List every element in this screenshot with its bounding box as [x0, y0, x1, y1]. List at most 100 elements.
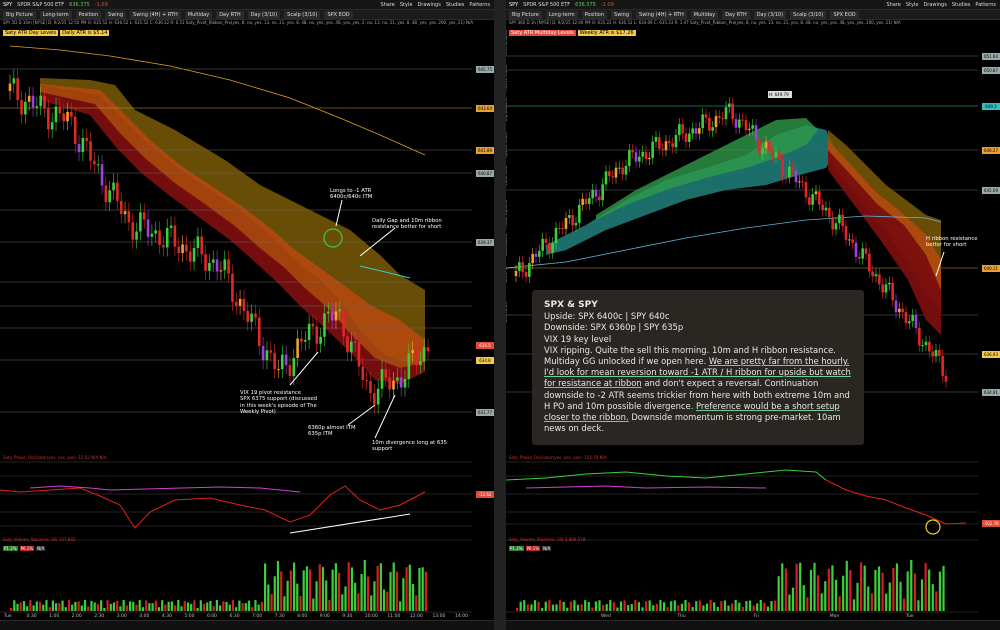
side-tab[interactable]: Time & Sales	[506, 30, 508, 56]
volume-bar	[302, 570, 305, 611]
candle	[227, 259, 230, 274]
volume-bar	[209, 600, 212, 611]
candle	[185, 244, 188, 252]
left-x-tick: Tue	[4, 614, 12, 619]
candle	[751, 125, 754, 129]
candle	[874, 274, 878, 277]
volume-bar	[877, 566, 881, 611]
candle	[834, 223, 838, 230]
candle	[728, 103, 731, 108]
volume-bar	[688, 602, 691, 611]
volume-bar	[337, 572, 341, 611]
right-price-tag-6: 640.11	[982, 265, 1000, 272]
candle	[708, 117, 711, 131]
volume-bar	[244, 603, 247, 611]
candle	[353, 341, 357, 343]
candle	[571, 215, 574, 226]
volume-bar	[666, 607, 669, 611]
right-x-tick: Wed	[601, 614, 611, 619]
volume-bar	[591, 607, 594, 611]
volume-bar	[148, 603, 151, 611]
volume-bar	[305, 566, 309, 611]
candle	[674, 135, 678, 148]
right-x-tick: Thu	[677, 614, 686, 619]
side-tab[interactable]: Live News	[506, 302, 508, 322]
volume-bar	[138, 600, 141, 611]
left-price-tag-6: 636.5	[476, 342, 494, 349]
candle	[169, 225, 173, 228]
volume-bar	[881, 572, 884, 611]
left-osc-panel	[0, 455, 472, 535]
left-x-tick: 9:00	[319, 614, 330, 619]
volume-bar	[157, 607, 161, 611]
candle	[89, 141, 92, 161]
candle	[801, 181, 804, 183]
candle	[704, 114, 708, 118]
volume-bar	[605, 604, 608, 611]
candle	[108, 190, 112, 203]
volume-bar	[376, 565, 379, 611]
candle	[104, 185, 108, 203]
candle	[918, 327, 921, 346]
volume-bar	[122, 600, 125, 611]
volume-bar	[587, 601, 590, 611]
candle	[648, 157, 651, 160]
volume-bar	[895, 563, 899, 611]
candle	[415, 350, 418, 366]
candle	[598, 196, 601, 201]
note-line-downside: Downside: SPX 6360p | SPY 635p	[544, 322, 684, 333]
note-line-vix: VIX 19 key level	[544, 333, 612, 344]
candle	[219, 270, 223, 272]
volume-bar	[920, 579, 924, 611]
candle	[24, 101, 27, 115]
volume-bar	[594, 601, 598, 611]
right-bottom-bar	[506, 620, 1000, 630]
side-tab[interactable]: Active Trader	[506, 64, 508, 90]
volume-bar	[645, 601, 648, 611]
volume-bar	[370, 595, 373, 611]
right-price-tag-3: 649.3	[982, 103, 1000, 110]
volume-bar	[315, 581, 318, 611]
left-x-tick: 3:00	[116, 614, 127, 619]
candle	[139, 212, 142, 232]
candle	[831, 217, 834, 230]
candle	[714, 116, 718, 128]
volume-bar	[899, 581, 902, 611]
side-tab[interactable]: Trade Grid	[506, 166, 508, 187]
volume-bar	[173, 605, 177, 611]
candle	[864, 248, 868, 254]
candle	[403, 379, 407, 388]
candle	[96, 164, 100, 166]
side-tab[interactable]: Big Buttons	[506, 98, 508, 121]
left-chart-canvas[interactable]	[0, 0, 494, 630]
volume-bar	[903, 598, 906, 611]
volume-bar	[741, 606, 744, 611]
side-tab[interactable]: Phase Options	[506, 200, 508, 229]
candle	[369, 381, 372, 394]
candle	[528, 263, 531, 277]
left-x-tick: 8:00	[297, 614, 308, 619]
volume-bar	[341, 594, 344, 611]
candle	[81, 137, 85, 153]
volume-bar	[827, 568, 830, 611]
volume-bar	[684, 600, 687, 611]
volume-bar	[283, 596, 286, 611]
candle	[303, 340, 307, 342]
side-tab[interactable]: Level II	[506, 268, 508, 282]
candle	[380, 369, 384, 389]
candle	[146, 219, 150, 237]
side-tab[interactable]: Dashboard	[506, 234, 508, 256]
candle	[326, 311, 330, 314]
volume-bar	[838, 596, 841, 611]
candle	[938, 349, 941, 357]
side-tab[interactable]: Option Chain	[506, 132, 508, 158]
volume-bar	[61, 600, 64, 611]
volume-bar	[363, 560, 366, 611]
volume-bar	[720, 601, 723, 611]
candle	[277, 369, 280, 371]
volume-bar	[106, 600, 109, 611]
volume-bar	[199, 600, 202, 611]
window-divider[interactable]	[494, 0, 506, 630]
candle	[711, 127, 714, 131]
candle	[419, 361, 422, 366]
